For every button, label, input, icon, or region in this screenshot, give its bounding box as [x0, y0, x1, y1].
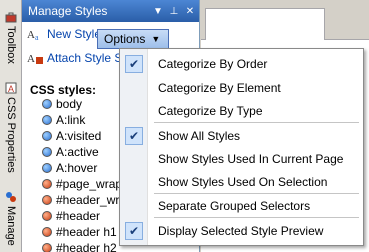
svg-text:A: A: [27, 29, 35, 41]
menu-separator: [154, 122, 359, 123]
menu-item-label: Show Styles Used In Current Page: [158, 152, 344, 166]
options-button[interactable]: Options ▼: [97, 29, 169, 49]
menu-separator: [154, 217, 359, 218]
style-name: body: [56, 97, 83, 111]
menu-item-label: Categorize By Type: [158, 104, 263, 118]
style-name: A:active: [56, 145, 99, 159]
checkmark-icon: ✔: [125, 127, 143, 145]
menu-item-label: Categorize By Order: [158, 57, 268, 71]
close-icon[interactable]: ✕: [183, 4, 197, 18]
editor-tab[interactable]: [205, 8, 325, 40]
checkmark-icon: ✔: [125, 222, 143, 240]
id-style-icon: [42, 211, 52, 221]
menu-item[interactable]: Separate Grouped Selectors: [120, 195, 363, 217]
menu-separator: [154, 193, 359, 194]
element-style-icon: [42, 147, 52, 157]
tab-manage-styles[interactable]: Manage: [2, 184, 20, 252]
check-slot: ✔: [120, 222, 148, 240]
menu-item-label: Separate Grouped Selectors: [158, 199, 311, 213]
css-properties-icon: A: [5, 82, 17, 94]
menu-item[interactable]: Show Styles Used On Selection: [120, 171, 363, 193]
menu-item-label: Show All Styles: [158, 129, 241, 143]
style-name: A:hover: [56, 161, 98, 175]
dropdown-icon[interactable]: ▼: [151, 4, 165, 18]
style-name: A:visited: [56, 129, 102, 143]
id-style-icon: [42, 195, 52, 205]
menu-item[interactable]: Categorize By Type: [120, 100, 363, 122]
check-slot: ✔: [120, 127, 148, 145]
checkmark-icon: ✔: [125, 55, 143, 73]
side-tab-strip: Toolbox A CSS Properties Manage: [0, 0, 22, 252]
options-menu: ✔ Categorize By Order Categorize By Elemen…: [119, 48, 364, 246]
menu-item[interactable]: ✔ Show All Styles: [120, 125, 363, 147]
tab-toolbox[interactable]: Toolbox: [2, 6, 20, 68]
chevron-down-icon: ▼: [151, 34, 161, 44]
check-slot: ✔: [120, 55, 148, 73]
svg-text:A: A: [27, 53, 35, 65]
menu-item-label: Show Styles Used On Selection: [158, 175, 328, 189]
css-styles-label: CSS styles:: [30, 83, 97, 97]
menu-item[interactable]: ✔ Display Selected Style Preview: [120, 220, 363, 242]
menu-item-label: Display Selected Style Preview: [158, 224, 324, 238]
pin-icon[interactable]: ⊥: [167, 4, 181, 18]
attach-style-link[interactable]: Attach Style S: [47, 51, 122, 65]
style-name: #header h1: [56, 225, 117, 239]
tab-css-properties[interactable]: A CSS Properties: [2, 74, 20, 180]
panel-titlebar: Manage Styles ▼ ⊥ ✕: [22, 0, 199, 22]
style-name: #header: [56, 209, 101, 223]
tab-css-properties-label: CSS Properties: [5, 96, 17, 173]
element-style-icon: [42, 163, 52, 173]
element-style-icon: [42, 99, 52, 109]
panel-title: Manage Styles: [28, 4, 108, 18]
toolbox-icon: [5, 12, 17, 23]
menu-item[interactable]: ✔ Categorize By Order: [120, 53, 363, 75]
style-name: #header h2: [56, 241, 117, 252]
menu-item[interactable]: Categorize By Element: [120, 77, 363, 99]
svg-text:A: A: [8, 84, 14, 94]
manage-styles-icon: [6, 191, 16, 202]
tab-toolbox-label: Toolbox: [5, 25, 17, 64]
style-name: #page_wrap: [56, 177, 123, 191]
options-button-label: Options: [104, 32, 146, 46]
id-style-icon: [42, 243, 52, 252]
element-style-icon: [42, 115, 52, 125]
tab-manage-label: Manage: [5, 205, 17, 246]
new-style-icon: Aa: [27, 29, 39, 42]
element-style-icon: [42, 131, 52, 141]
id-style-icon: [42, 179, 52, 189]
menu-item-label: Categorize By Element: [158, 81, 281, 95]
style-name: A:link: [56, 113, 86, 127]
editor-tab-strip: [201, 0, 369, 40]
attach-style-icon: A: [27, 53, 43, 65]
menu-item[interactable]: Show Styles Used In Current Page: [120, 148, 363, 170]
style-name: #header_wr: [56, 193, 120, 207]
svg-text:a: a: [35, 33, 39, 42]
id-style-icon: [42, 227, 52, 237]
